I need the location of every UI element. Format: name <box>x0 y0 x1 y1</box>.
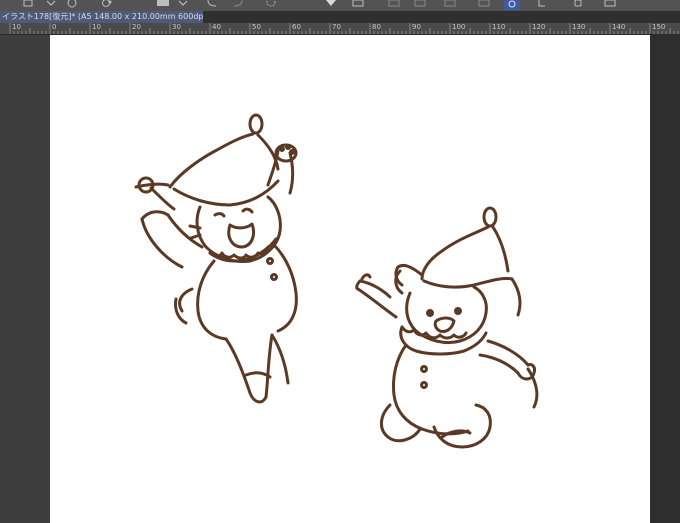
redo-icon[interactable] <box>232 0 244 8</box>
ruler-label: 60 <box>292 23 301 31</box>
top-toolbar <box>0 0 680 11</box>
grid-icon[interactable] <box>388 0 400 8</box>
horizontal-ruler[interactable]: 10 0 10 20 30 40 50 60 70 80 90 100 110 … <box>0 23 680 35</box>
settings-icon[interactable] <box>572 0 584 8</box>
ruler-label: 140 <box>612 23 626 31</box>
ruler-label: 110 <box>492 23 506 31</box>
pen-icon[interactable] <box>22 0 34 8</box>
ruler-label: 50 <box>252 23 261 31</box>
loading-icon <box>264 0 278 8</box>
document-tab[interactable]: イラスト178[復元]* (A5 148.00 x 210.00mm 600dp… <box>0 11 203 23</box>
ruler-label: 20 <box>132 23 141 31</box>
ruler-label: 120 <box>532 23 546 31</box>
ruler-label: 30 <box>172 23 181 31</box>
ruler-label: 80 <box>372 23 381 31</box>
workspace-margin <box>0 35 50 523</box>
ruler-label: 70 <box>332 23 341 31</box>
drawing-canvas[interactable] <box>50 35 650 523</box>
ruler-label: 10 <box>12 23 21 31</box>
chevron-down-icon[interactable] <box>178 0 188 8</box>
panel-icon[interactable] <box>604 0 616 8</box>
fill-icon[interactable] <box>324 0 338 8</box>
mirror-icon[interactable] <box>444 0 456 8</box>
ruler-label: 40 <box>212 23 221 31</box>
ruler-label: 10 <box>92 23 101 31</box>
stamp-icon[interactable] <box>66 0 78 8</box>
ruler-label: 0 <box>52 23 57 31</box>
workspace-gutter <box>650 35 680 523</box>
snap-icon[interactable] <box>414 0 426 8</box>
document-title: イラスト178[復元]* (A5 148.00 x 210.00mm 600dp… <box>2 12 203 21</box>
edit-icon[interactable] <box>504 0 520 10</box>
color-icon[interactable] <box>478 0 490 8</box>
ruler-label: 90 <box>412 23 421 31</box>
eyedropper-icon[interactable] <box>100 0 114 8</box>
undo-icon[interactable] <box>206 0 218 8</box>
ruler-label: 100 <box>452 23 466 31</box>
ruler-label: 130 <box>572 23 586 31</box>
cat-character-illustration <box>134 113 298 404</box>
chevron-down-icon[interactable] <box>46 0 56 8</box>
transform-icon[interactable] <box>352 0 364 8</box>
ruler-label: 150 <box>652 23 666 31</box>
chick-character-illustration <box>355 206 539 449</box>
layer-icon[interactable] <box>156 0 170 8</box>
tab-strip <box>203 11 680 23</box>
device-icon[interactable] <box>536 0 548 8</box>
